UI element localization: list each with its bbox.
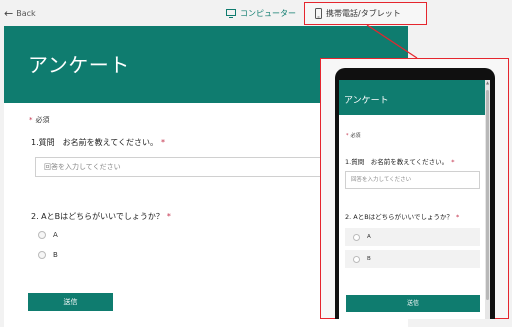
mobile-question-2-label: 2. AとBはどちらがいいでしょうか？ * (345, 211, 459, 221)
mobile-option-a-label: A (367, 234, 371, 240)
mobile-option-b-label: B (367, 256, 371, 262)
mobile-question-1-required-mark: * (451, 158, 455, 166)
radio-circle-icon (353, 233, 360, 241)
mobile-option-b-radio[interactable]: B (345, 250, 480, 268)
mobile-required-label: 必須 (350, 133, 361, 139)
mobile-scrollbar-thumb[interactable] (486, 90, 489, 300)
mobile-required-star: * (346, 133, 349, 139)
scroll-up-arrow-icon[interactable]: ▲ (485, 80, 490, 86)
form-preview-mobile: アンケート * 必須 1.質問 お名前を教えてください。 * 回答を入力してください… (339, 80, 490, 319)
mobile-question-2-text: 2. AとBはどちらがいいでしょうか？ (345, 213, 453, 221)
mobile-submit-button[interactable]: 送信 (346, 295, 480, 312)
mobile-option-a-radio[interactable]: A (345, 228, 480, 246)
mobile-question-2-required-mark: * (455, 213, 460, 221)
mobile-form-title: アンケート (344, 96, 389, 106)
mobile-question-1-text: 1.質問 お名前を教えてください。 (345, 158, 449, 166)
radio-circle-icon (353, 255, 360, 263)
mobile-scrollbar[interactable]: ▲ (485, 80, 490, 319)
mobile-required-note: * 必須 (346, 132, 361, 139)
mobile-question-1-input[interactable]: 回答を入力してください (345, 171, 480, 189)
mobile-form-header-banner: アンケート (339, 80, 485, 115)
mobile-question-1-label: 1.質問 お名前を教えてください。 * (345, 156, 454, 166)
